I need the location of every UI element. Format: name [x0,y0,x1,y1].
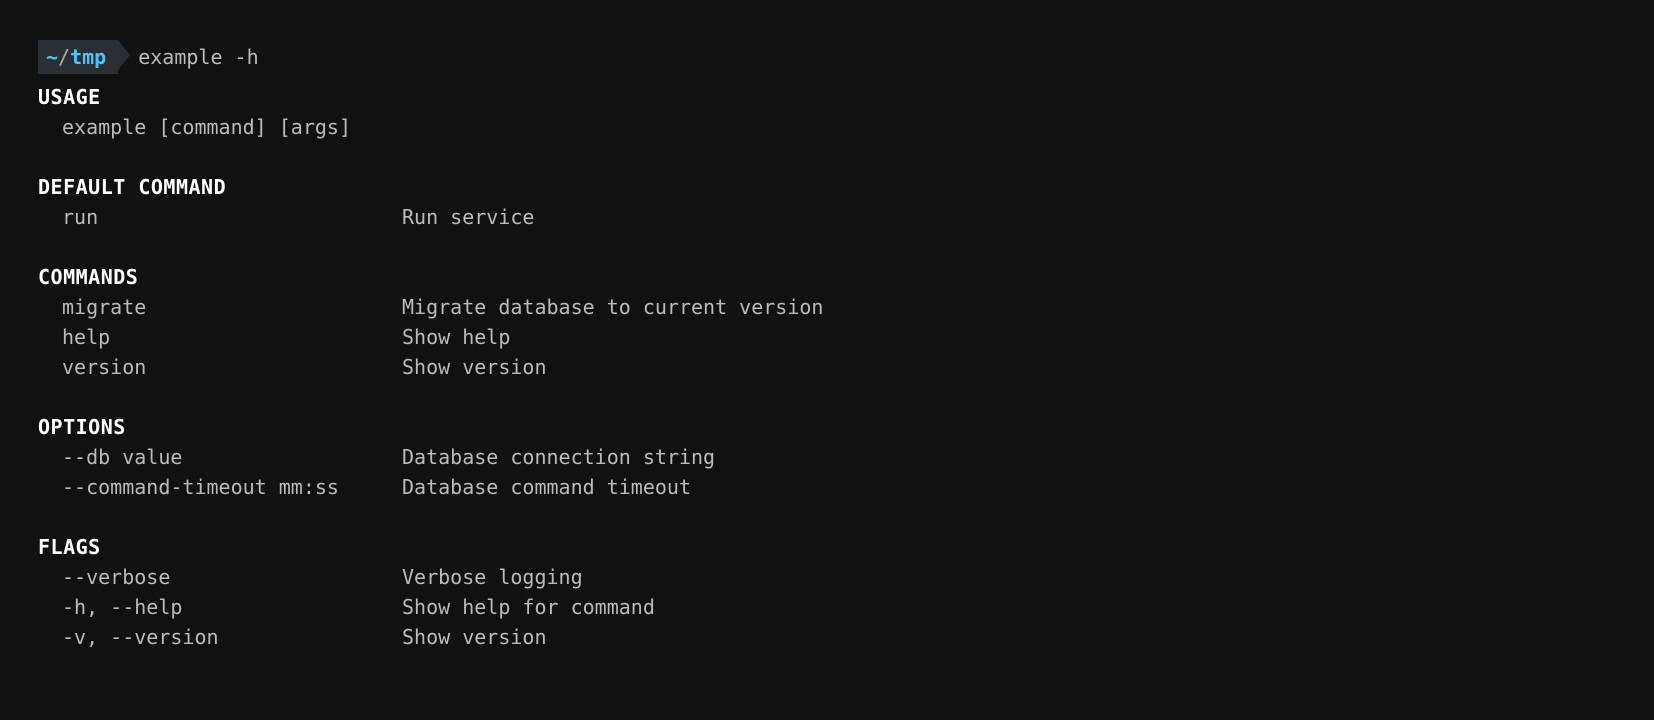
option-row: --db value Database connection string [62,442,1616,472]
flag-row: -h, --help Show help for command [62,592,1616,622]
option-desc: Database connection string [402,442,715,472]
flag-name: --verbose [62,562,402,592]
option-row: --command-timeout mm:ss Database command… [62,472,1616,502]
flag-desc: Verbose logging [402,562,583,592]
command-desc: Show help [402,322,510,352]
flag-row: -v, --version Show version [62,622,1616,652]
command-row: migrate Migrate database to current vers… [62,292,1616,322]
terminal-prompt-line: ~/tmp example -h [38,40,1616,74]
default-command-row: run Run service [62,202,1616,232]
command-desc: Show version [402,352,547,382]
command-desc: Migrate database to current version [402,292,823,322]
options-heading: OPTIONS [38,412,1616,442]
entered-command: example -h [138,42,258,72]
command-name: help [62,322,402,352]
default-command-heading: DEFAULT COMMAND [38,172,1616,202]
option-name: --db value [62,442,402,472]
command-name: version [62,352,402,382]
usage-heading: USAGE [38,82,1616,112]
commands-heading: COMMANDS [38,262,1616,292]
usage-text: example [command] [args] [38,112,1616,142]
flag-name: -v, --version [62,622,402,652]
option-name: --command-timeout mm:ss [62,472,402,502]
command-row: help Show help [62,322,1616,352]
prompt-dir: tmp [70,42,106,72]
command-name: migrate [62,292,402,322]
prompt-badge: ~/tmp [38,40,118,74]
default-command-desc: Run service [402,202,534,232]
flags-heading: FLAGS [38,532,1616,562]
command-row: version Show version [62,352,1616,382]
default-command-name: run [62,202,402,232]
flag-desc: Show version [402,622,547,652]
option-desc: Database command timeout [402,472,691,502]
flag-row: --verbose Verbose logging [62,562,1616,592]
prompt-tilde: ~ [46,42,58,72]
prompt-slash: / [58,42,70,72]
flag-name: -h, --help [62,592,402,622]
flag-desc: Show help for command [402,592,655,622]
